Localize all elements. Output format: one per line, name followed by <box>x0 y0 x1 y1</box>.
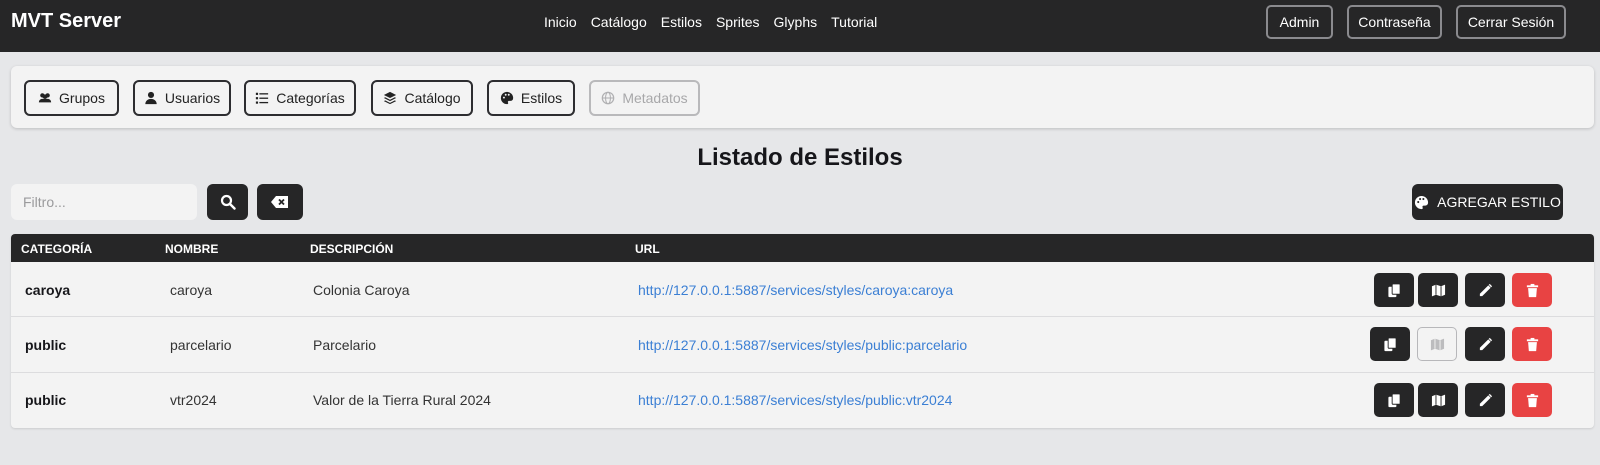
copy-button[interactable] <box>1374 383 1414 417</box>
trash-icon <box>1526 337 1538 351</box>
copy-button[interactable] <box>1370 327 1410 361</box>
header-category: CATEGORÍA <box>21 242 93 256</box>
map-icon <box>1431 284 1445 296</box>
styles-table: CATEGORÍA NOMBRE DESCRIPCIÓN URL caroya … <box>11 234 1594 428</box>
palette-icon <box>1415 195 1429 209</box>
catalog-button[interactable]: Catálogo <box>371 80 473 116</box>
row-description: Valor de la Tierra Rural 2024 <box>313 392 491 408</box>
copy-icon <box>1387 282 1401 297</box>
map-button[interactable] <box>1418 273 1458 307</box>
edit-button[interactable] <box>1465 273 1505 307</box>
delete-button[interactable] <box>1512 383 1552 417</box>
map-button-disabled <box>1417 327 1457 361</box>
palette-icon <box>500 91 514 105</box>
edit-button[interactable] <box>1465 327 1505 361</box>
pencil-icon <box>1479 337 1492 350</box>
table-row: public parcelario Parcelario http://127.… <box>11 317 1594 373</box>
copy-button[interactable] <box>1374 273 1414 307</box>
row-name: vtr2024 <box>170 392 217 408</box>
list-icon <box>256 92 269 104</box>
admin-button[interactable]: Admin <box>1266 5 1333 39</box>
page-title: Listado de Estilos <box>697 144 903 171</box>
catalog-label: Catálogo <box>404 90 461 106</box>
nav-link-tutorial[interactable]: Tutorial <box>831 14 877 30</box>
layers-icon <box>384 91 397 105</box>
row-description: Colonia Caroya <box>313 282 410 298</box>
map-icon <box>1431 394 1445 406</box>
admin-panel: Grupos Usuarios Categorías Catálogo Esti… <box>11 66 1594 128</box>
map-icon <box>1430 338 1444 350</box>
pencil-icon <box>1479 393 1492 406</box>
row-url-link[interactable]: http://127.0.0.1:5887/services/styles/ca… <box>638 282 953 298</box>
nav-link-sprites[interactable]: Sprites <box>716 14 760 30</box>
categories-label: Categorías <box>276 90 345 106</box>
add-style-button[interactable]: AGREGAR ESTILO <box>1412 184 1563 220</box>
top-nav: Inicio Catálogo Estilos Sprites Glyphs T… <box>544 14 877 30</box>
user-icon <box>145 91 157 105</box>
nav-link-estilos[interactable]: Estilos <box>661 14 702 30</box>
trash-icon <box>1526 393 1538 407</box>
styles-label: Estilos <box>520 90 563 106</box>
logout-button[interactable]: Cerrar Sesión <box>1456 5 1566 39</box>
header-description: DESCRIPCIÓN <box>310 242 394 256</box>
row-url-link[interactable]: http://127.0.0.1:5887/services/styles/pu… <box>638 337 967 353</box>
map-button[interactable] <box>1418 383 1458 417</box>
row-category: public <box>25 392 67 408</box>
nav-link-inicio[interactable]: Inicio <box>544 14 577 30</box>
users-icon <box>38 93 52 103</box>
table-row: caroya caroya Colonia Caroya http://127.… <box>11 262 1594 317</box>
brand-title[interactable]: MVT Server <box>11 10 121 33</box>
add-style-label: AGREGAR ESTILO <box>1437 194 1561 210</box>
table-header: CATEGORÍA NOMBRE DESCRIPCIÓN URL <box>11 234 1594 262</box>
row-description: Parcelario <box>313 337 377 353</box>
globe-icon <box>602 91 615 105</box>
pencil-icon <box>1479 283 1492 296</box>
copy-icon <box>1387 392 1401 407</box>
backspace-icon <box>271 196 288 208</box>
users-button[interactable]: Usuarios <box>133 80 231 116</box>
password-button[interactable]: Contraseña <box>1347 5 1442 39</box>
filter-input[interactable] <box>11 184 197 220</box>
metadata-button: Metadatos <box>589 80 700 116</box>
row-category: caroya <box>25 282 71 298</box>
edit-button[interactable] <box>1465 383 1505 417</box>
table-row: public vtr2024 Valor de la Tierra Rural … <box>11 373 1594 428</box>
clear-filter-button[interactable] <box>257 184 303 220</box>
trash-icon <box>1526 283 1538 297</box>
styles-button[interactable]: Estilos <box>487 80 575 116</box>
nav-link-catalogo[interactable]: Catálogo <box>591 14 647 30</box>
navbar: MVT Server Inicio Catálogo Estilos Sprit… <box>0 0 1600 52</box>
delete-button[interactable] <box>1512 273 1552 307</box>
copy-icon <box>1383 336 1397 351</box>
row-url-link[interactable]: http://127.0.0.1:5887/services/styles/pu… <box>638 392 952 408</box>
delete-button[interactable] <box>1512 327 1552 361</box>
header-name: NOMBRE <box>165 242 219 256</box>
search-button[interactable] <box>207 184 248 220</box>
categories-button[interactable]: Categorías <box>244 80 356 116</box>
header-url: URL <box>635 242 660 256</box>
row-name: caroya <box>170 282 213 298</box>
groups-label: Grupos <box>59 90 105 106</box>
users-label: Usuarios <box>164 90 221 106</box>
search-icon <box>220 194 236 210</box>
nav-link-glyphs[interactable]: Glyphs <box>774 14 818 30</box>
row-category: public <box>25 337 67 353</box>
row-name: parcelario <box>170 337 232 353</box>
groups-button[interactable]: Grupos <box>24 80 119 116</box>
metadata-label: Metadatos <box>622 90 688 106</box>
